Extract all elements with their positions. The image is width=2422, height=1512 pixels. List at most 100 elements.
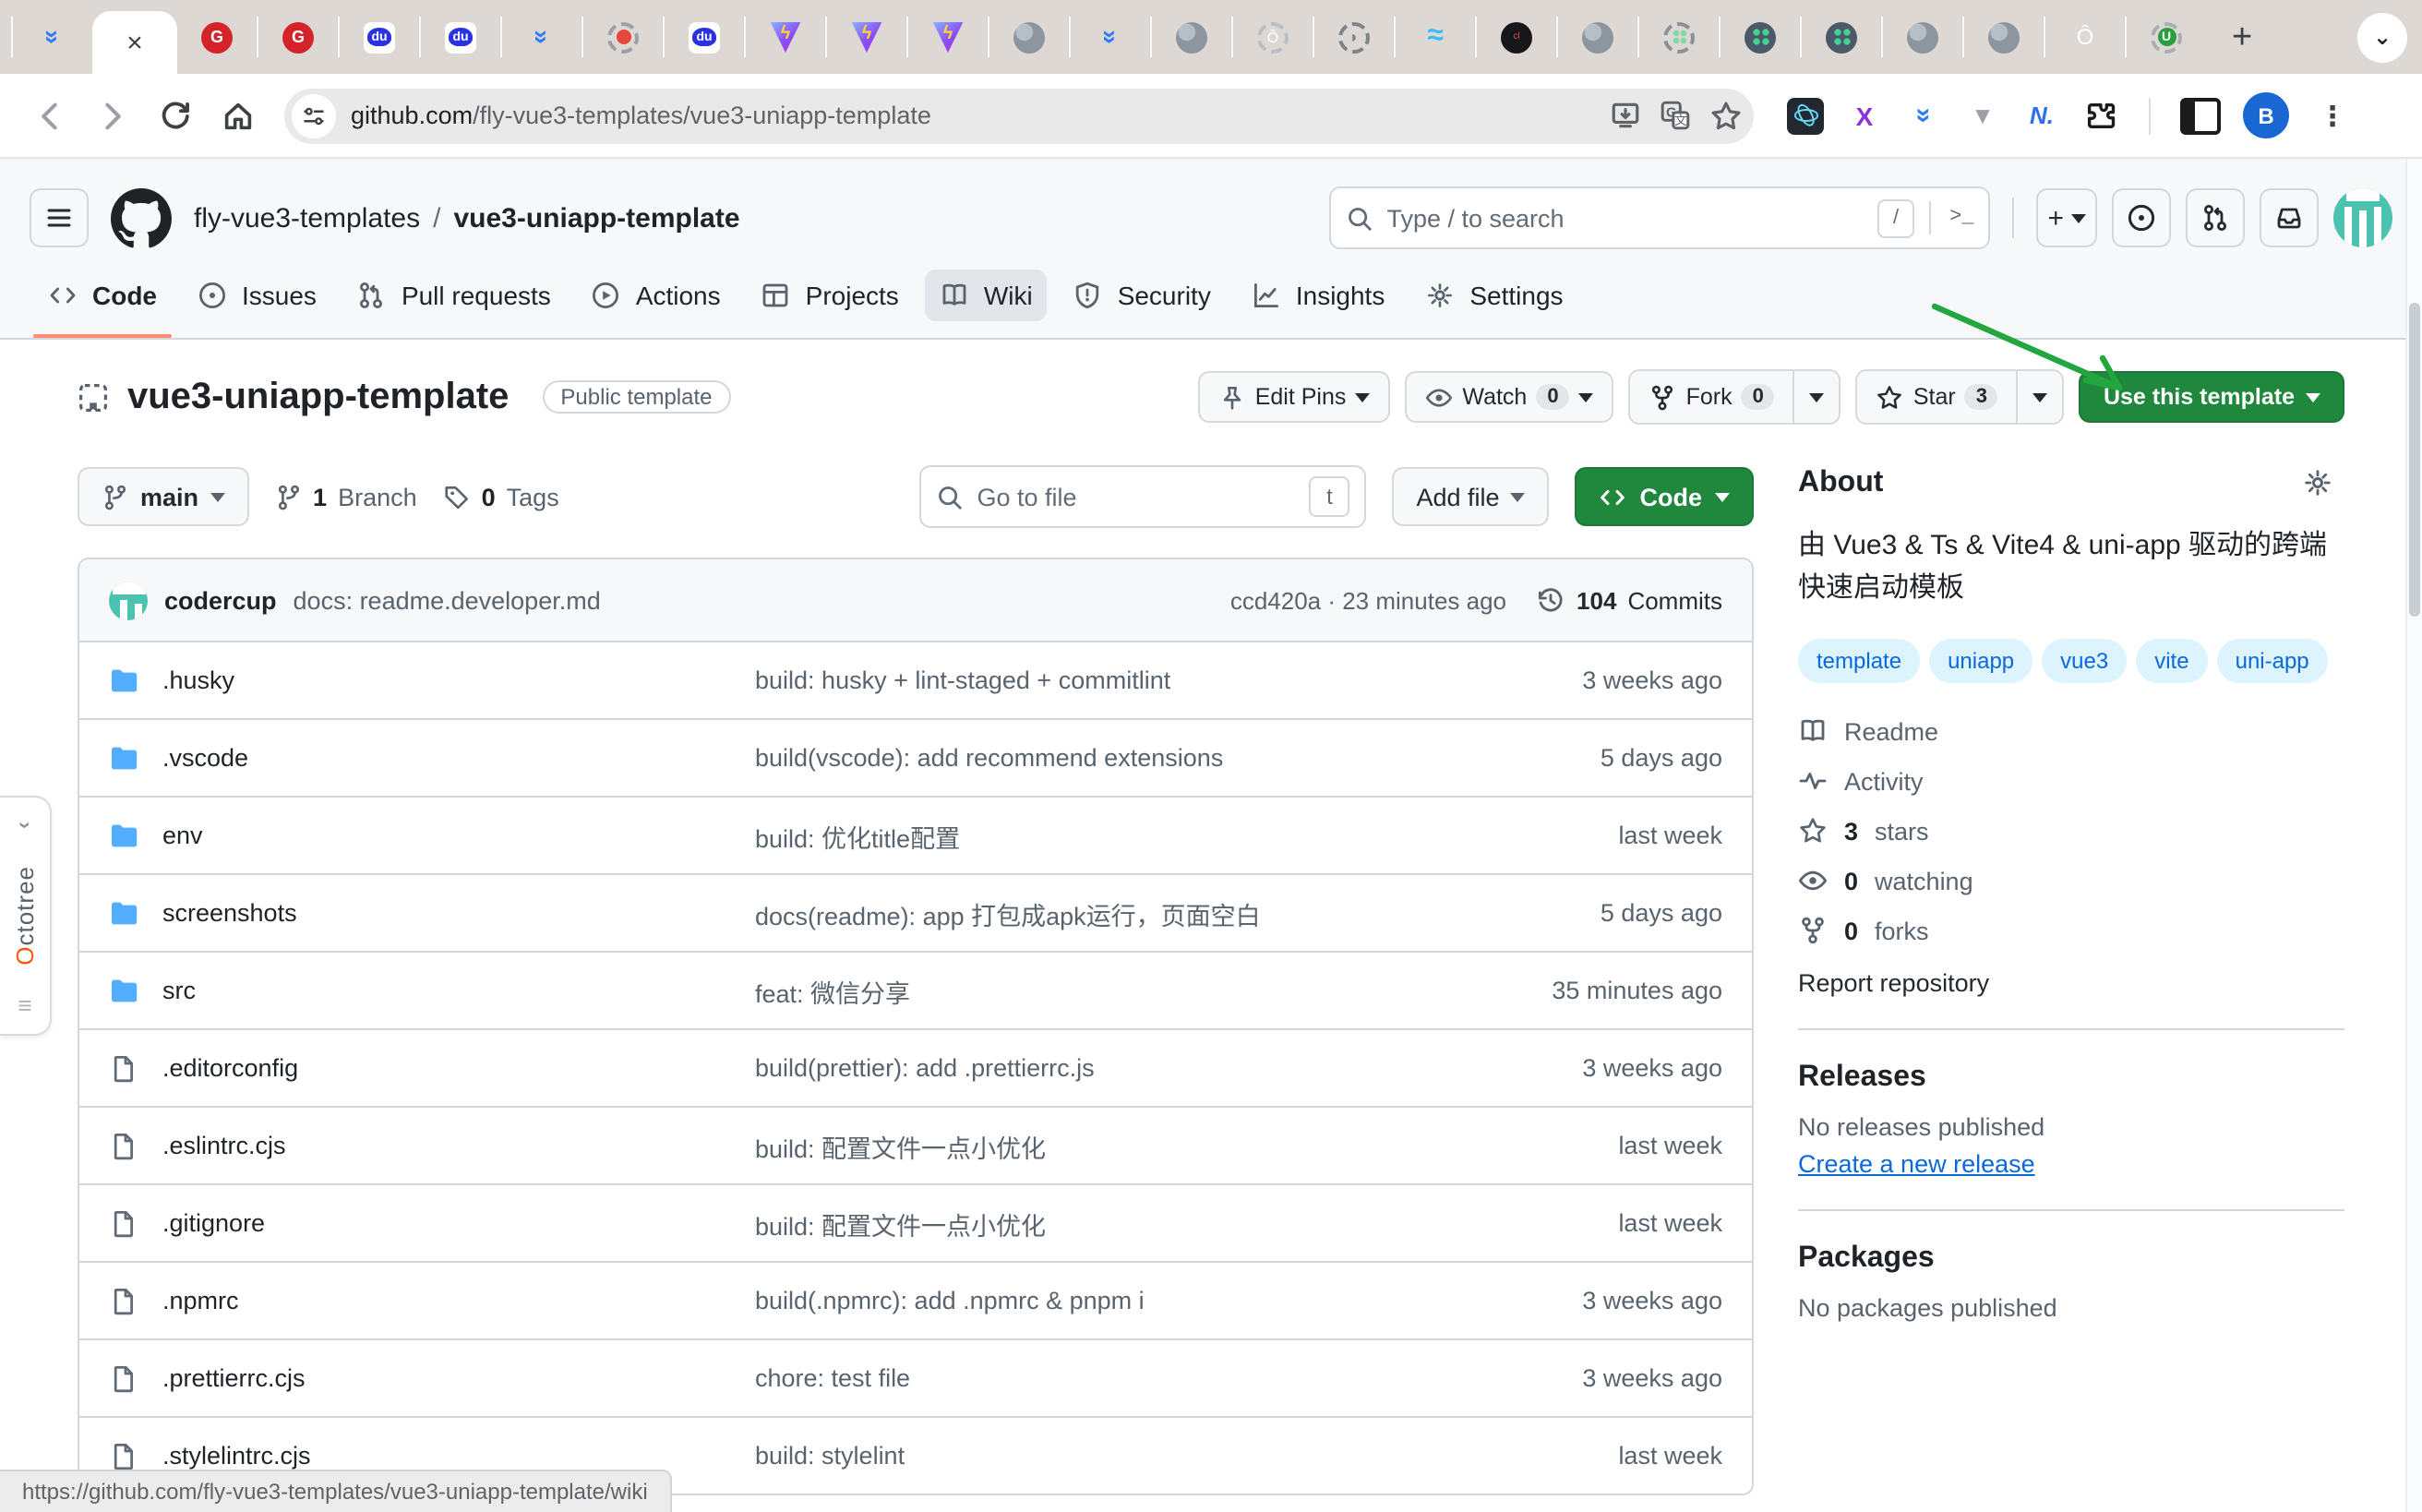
browser-tab[interactable] <box>1475 17 1556 57</box>
topic-tag[interactable]: uni-app <box>2217 639 2328 683</box>
chevrons-extension-icon[interactable] <box>1905 97 1942 134</box>
user-avatar[interactable] <box>2333 188 2392 247</box>
watching-link[interactable]: 0watching <box>1798 866 2344 895</box>
puzzle-extensions-icon[interactable] <box>2082 97 2119 134</box>
file-name[interactable]: .npmrc <box>162 1287 239 1314</box>
browser-tab[interactable] <box>1556 17 1637 57</box>
file-name[interactable]: .prettierrc.cjs <box>162 1364 306 1392</box>
browser-tab[interactable] <box>1962 17 2044 57</box>
tab-code[interactable]: Code <box>33 270 172 338</box>
file-name[interactable]: .gitignore <box>162 1209 265 1237</box>
commit-message-cell[interactable]: chore: test file <box>755 1364 1445 1392</box>
command-palette-icon[interactable]: >_ <box>1929 201 1973 234</box>
browser-tab[interactable] <box>906 17 988 57</box>
address-bar[interactable]: github.com/fly-vue3-templates/vue3-uniap… <box>284 88 1754 143</box>
commit-message-cell[interactable]: build: stylelint <box>755 1442 1445 1470</box>
site-settings-icon[interactable] <box>292 93 336 138</box>
report-repository-link[interactable]: Report repository <box>1798 969 2344 997</box>
n-extension-icon[interactable]: N. <box>2023 97 2060 134</box>
file-row[interactable]: .eslintrc.cjs build: 配置文件一点小优化 last week <box>79 1106 1752 1183</box>
file-row[interactable]: .husky build: husky + lint-staged + comm… <box>79 641 1752 718</box>
browser-tab[interactable] <box>1800 17 1881 57</box>
file-row[interactable]: screenshots docs(readme): app 打包成apk运行，页… <box>79 873 1752 951</box>
commit-message-cell[interactable]: docs(readme): app 打包成apk运行，页面空白 <box>755 894 1445 931</box>
commit-message-cell[interactable]: build(vscode): add recommend extensions <box>755 744 1445 772</box>
tab-actions[interactable]: Actions <box>577 270 736 338</box>
home-button[interactable] <box>210 88 266 143</box>
topic-tag[interactable]: vue3 <box>2042 639 2127 683</box>
browser-tab[interactable] <box>2044 17 2125 57</box>
browser-tab[interactable] <box>419 17 500 57</box>
branches-link[interactable]: 1Branch <box>274 483 417 510</box>
create-new-button[interactable]: + <box>2036 188 2097 247</box>
profile-avatar[interactable]: B <box>2243 92 2289 138</box>
commit-message-cell[interactable]: build(prettier): add .prettierrc.js <box>755 1054 1445 1082</box>
topic-tag[interactable]: template <box>1798 639 1920 683</box>
commit-message-cell[interactable]: build: husky + lint-staged + commitlint <box>755 666 1445 694</box>
readme-link[interactable]: Readme <box>1798 716 2344 746</box>
edit-pins-button[interactable]: Edit Pins <box>1198 371 1391 423</box>
file-row[interactable]: .npmrc build(.npmrc): add .npmrc & pnpm … <box>79 1261 1752 1338</box>
back-button[interactable] <box>22 88 78 143</box>
tab-close-icon[interactable]: × <box>126 29 143 56</box>
star-button[interactable]: Star 3 <box>1858 371 2017 423</box>
topic-tag[interactable]: uniapp <box>1929 639 2032 683</box>
branch-selector-button[interactable]: main <box>78 467 248 526</box>
inbox-button[interactable] <box>2260 188 2319 247</box>
watch-button[interactable]: Watch 0 <box>1405 371 1613 423</box>
tags-link[interactable]: 0Tags <box>443 483 559 510</box>
browser-tab[interactable] <box>338 17 419 57</box>
browser-tab[interactable] <box>988 17 1069 57</box>
tab-search-button[interactable]: ⌄ <box>2357 12 2407 62</box>
repo-title[interactable]: vue3-uniapp-template <box>127 376 509 418</box>
breadcrumb-repo[interactable]: vue3-uniapp-template <box>453 202 739 234</box>
reload-button[interactable] <box>148 88 203 143</box>
packages-heading[interactable]: Packages <box>1798 1242 2344 1276</box>
file-name[interactable]: .husky <box>162 666 234 694</box>
browser-tab[interactable] <box>1069 17 1150 57</box>
octotree-menu-icon[interactable]: ≡ <box>18 991 31 1019</box>
new-tab-button[interactable]: + <box>2224 19 2260 54</box>
page-scrollbar[interactable] <box>2405 159 2422 1512</box>
file-row[interactable]: .editorconfig build(prettier): add .pret… <box>79 1028 1752 1106</box>
browser-tab[interactable] <box>1313 17 1394 57</box>
octotree-panel[interactable]: › Octotree ≡ <box>0 796 52 1036</box>
file-name[interactable]: env <box>162 822 203 849</box>
browser-tab[interactable] <box>1719 17 1800 57</box>
browser-tab[interactable] <box>744 17 825 57</box>
browser-tab[interactable] <box>825 17 906 57</box>
vue-extension-icon[interactable]: ▼ <box>1964 97 2001 134</box>
go-to-file-input[interactable]: Go to file t <box>919 465 1366 528</box>
browser-tab[interactable] <box>663 17 744 57</box>
code-dropdown-button[interactable]: Code <box>1576 467 1755 526</box>
sidebar-toggle-icon[interactable] <box>2180 97 2221 134</box>
file-row[interactable]: .prettierrc.cjs chore: test file 3 weeks… <box>79 1338 1752 1416</box>
browser-tab[interactable] <box>1881 17 1962 57</box>
star-dropdown-button[interactable] <box>2017 371 2063 423</box>
browser-tab[interactable]: × <box>92 11 177 74</box>
file-row[interactable]: .vscode build(vscode): add recommend ext… <box>79 718 1752 796</box>
octotree-expand-icon[interactable]: › <box>12 822 38 829</box>
fork-button[interactable]: Fork 0 <box>1631 371 1793 423</box>
commit-message-cell[interactable]: build(.npmrc): add .npmrc & pnpm i <box>755 1287 1445 1314</box>
tab-issues[interactable]: Issues <box>183 270 331 338</box>
browser-tab[interactable] <box>257 17 338 57</box>
file-row[interactable]: src feat: 微信分享 35 minutes ago <box>79 951 1752 1028</box>
bookmark-star-icon[interactable] <box>1709 99 1743 132</box>
stars-link[interactable]: 3stars <box>1798 816 2344 846</box>
pull-requests-header-button[interactable] <box>2186 188 2245 247</box>
commit-message[interactable]: docs: readme.developer.md <box>294 586 601 614</box>
browser-menu-icon[interactable]: ⋮ <box>2311 99 2354 132</box>
tab-pull-requests[interactable]: Pull requests <box>342 270 566 338</box>
use-this-template-button[interactable]: Use this template <box>2080 371 2344 423</box>
tab-settings[interactable]: Settings <box>1410 270 1577 338</box>
x-extension-icon[interactable]: X <box>1846 97 1883 134</box>
commits-history-link[interactable]: 104 Commits <box>1536 585 1722 615</box>
about-settings-gear-icon[interactable] <box>2291 465 2344 500</box>
file-name[interactable]: .eslintrc.cjs <box>162 1132 286 1159</box>
tab-insights[interactable]: Insights <box>1237 270 1400 338</box>
tab-projects[interactable]: Projects <box>747 270 914 338</box>
commit-message-cell[interactable]: build: 配置文件一点小优化 <box>755 1127 1445 1164</box>
browser-tab[interactable] <box>500 17 582 57</box>
file-name[interactable]: .stylelintrc.cjs <box>162 1442 311 1470</box>
